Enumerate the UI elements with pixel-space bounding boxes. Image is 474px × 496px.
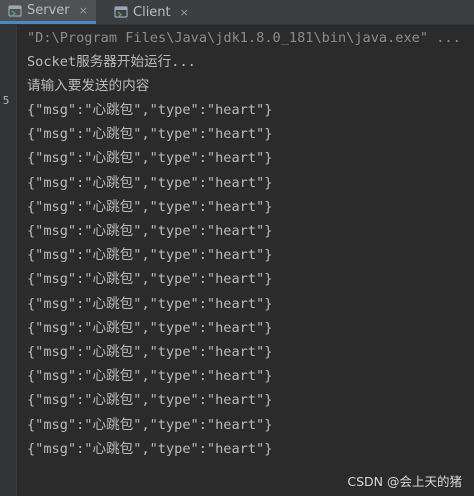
console-command-line: "D:\Program Files\Java\jdk1.8.0_181\bin\…	[27, 30, 461, 46]
console-message-line: {"msg":"心跳包","type":"heart"}	[27, 247, 273, 264]
console-output[interactable]: "D:\Program Files\Java\jdk1.8.0_181\bin\…	[27, 26, 474, 496]
console-message-line: {"msg":"心跳包","type":"heart"}	[27, 368, 273, 385]
console-message-line: {"msg":"心跳包","type":"heart"}	[27, 102, 273, 118]
watermark: CSDN @会上天的猪	[347, 474, 462, 489]
console-message-line: {"msg":"心跳包","type":"heart"}	[27, 174, 273, 191]
console-prompt-line: 请输入要发送的内容	[27, 78, 150, 94]
console-message-line: {"msg":"心跳包","type":"heart"}	[27, 344, 273, 360]
console-message-line: {"msg":"心跳包","type":"heart"}	[27, 150, 273, 167]
console-message-line: {"msg":"心跳包","type":"heart"}	[27, 126, 273, 143]
console-message-line: {"msg":"心跳包","type":"heart"}	[27, 295, 273, 312]
console-message-line: {"msg":"心跳包","type":"heart"}	[27, 416, 273, 433]
console-message-line: {"msg":"心跳包","type":"heart"}	[27, 198, 273, 215]
run-tab-bar: Server × Client ×	[0, 0, 474, 25]
server-run-icon	[8, 4, 22, 18]
tool-gutter: 5	[0, 25, 17, 496]
tab-server[interactable]: Server ×	[0, 0, 96, 24]
console-startup-line: Socket服务器开始运行...	[27, 54, 196, 70]
tab-client-label: Client	[133, 4, 171, 20]
console-message-line: {"msg":"心跳包","type":"heart"}	[27, 319, 273, 336]
tab-server-label: Server	[27, 3, 70, 18]
console-message-line: {"msg":"心跳包","type":"heart"}	[27, 271, 273, 288]
console-message-line: {"msg":"心跳包","type":"heart"}	[27, 392, 273, 409]
console-message-line: {"msg":"心跳包","type":"heart"}	[27, 223, 273, 239]
console-message-line: {"msg":"心跳包","type":"heart"}	[27, 440, 273, 457]
close-icon[interactable]: ×	[180, 6, 189, 19]
gutter-mark: 5	[2, 94, 10, 107]
client-run-icon	[114, 5, 128, 19]
tab-client[interactable]: Client ×	[108, 0, 204, 24]
close-icon[interactable]: ×	[79, 4, 88, 17]
